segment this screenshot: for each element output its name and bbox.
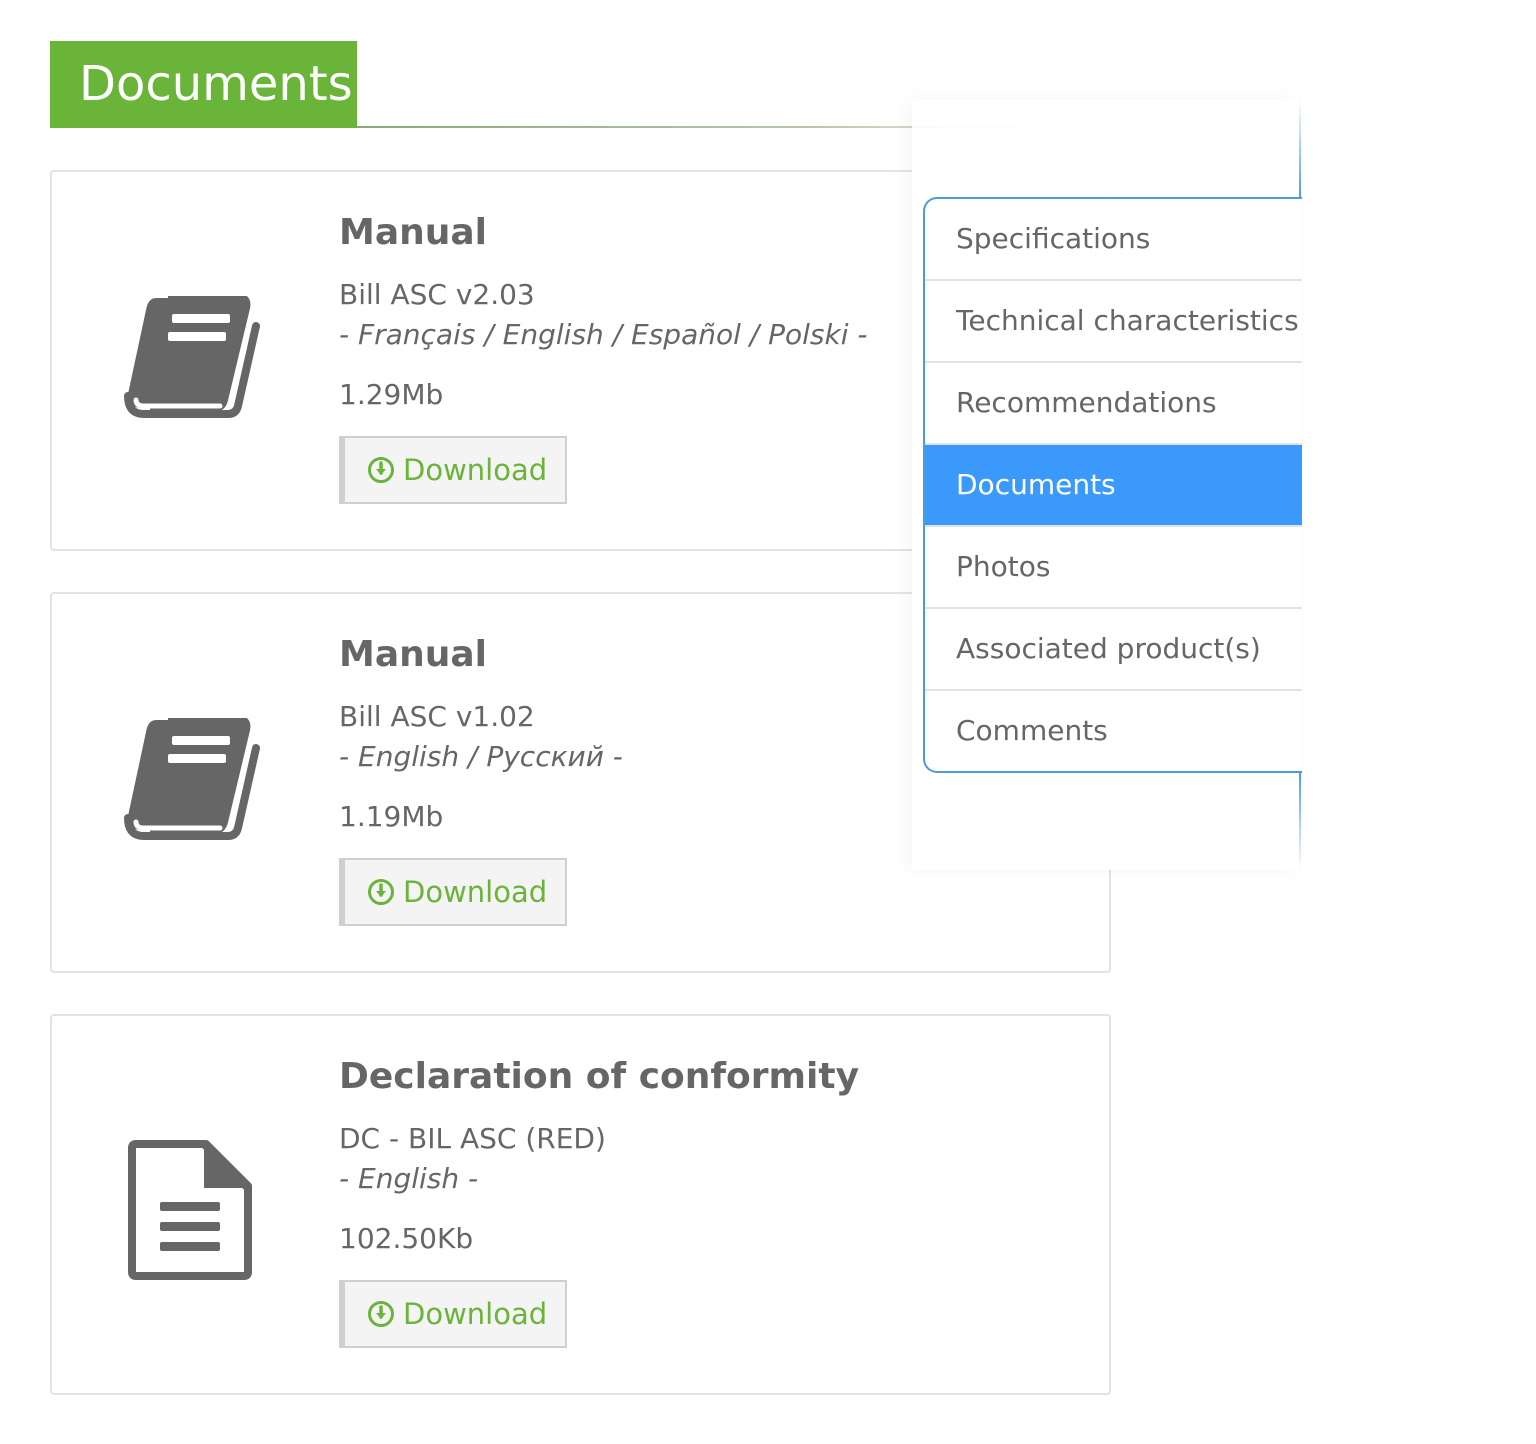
document-title: Manual [339, 212, 488, 253]
document-size: 1.19Mb [339, 800, 444, 833]
book-icon [124, 718, 264, 848]
tabs-menu: Specifications Technical characteristics… [923, 197, 1302, 773]
download-label: Download [403, 1297, 548, 1331]
tab-technical-characteristics[interactable]: Technical characteristics [925, 281, 1302, 363]
document-languages: - English / Русский - [339, 740, 623, 773]
book-icon [124, 296, 264, 426]
file-text-icon [124, 1140, 264, 1280]
tab-specifications[interactable]: Specifications [925, 199, 1302, 281]
tabs-menu-accent-line [1299, 772, 1301, 870]
document-name: Bill ASC v2.03 [339, 278, 535, 311]
download-circle-icon [367, 456, 395, 484]
download-circle-icon [367, 878, 395, 906]
download-circle-icon [367, 1300, 395, 1328]
download-label: Download [403, 875, 548, 909]
document-name: DC - BIL ASC (RED) [339, 1122, 606, 1155]
document-title: Declaration of conformity [339, 1056, 860, 1097]
section-title: Documents [50, 41, 357, 128]
download-button[interactable]: Download [339, 1280, 567, 1348]
document-languages: - English - [339, 1162, 479, 1195]
tab-associated-products[interactable]: Associated product(s) [925, 609, 1302, 691]
download-button[interactable]: Download [339, 436, 567, 504]
document-size: 1.29Mb [339, 378, 444, 411]
tab-photos[interactable]: Photos [925, 527, 1302, 609]
tab-documents[interactable]: Documents [925, 445, 1302, 527]
tab-recommendations[interactable]: Recommendations [925, 363, 1302, 445]
download-label: Download [403, 453, 548, 487]
download-button[interactable]: Download [339, 858, 567, 926]
document-size: 102.50Kb [339, 1222, 474, 1255]
tabs-menu-accent-line [1299, 100, 1301, 198]
document-title: Manual [339, 634, 488, 675]
document-card: Declaration of conformity DC - BIL ASC (… [50, 1014, 1111, 1395]
document-languages: - Français / English / Español / Polski … [339, 318, 868, 351]
documents-page: Documents Manual Bill ASC v2.03 - França… [0, 0, 1536, 1444]
tab-comments[interactable]: Comments [925, 691, 1302, 771]
document-name: Bill ASC v1.02 [339, 700, 535, 733]
